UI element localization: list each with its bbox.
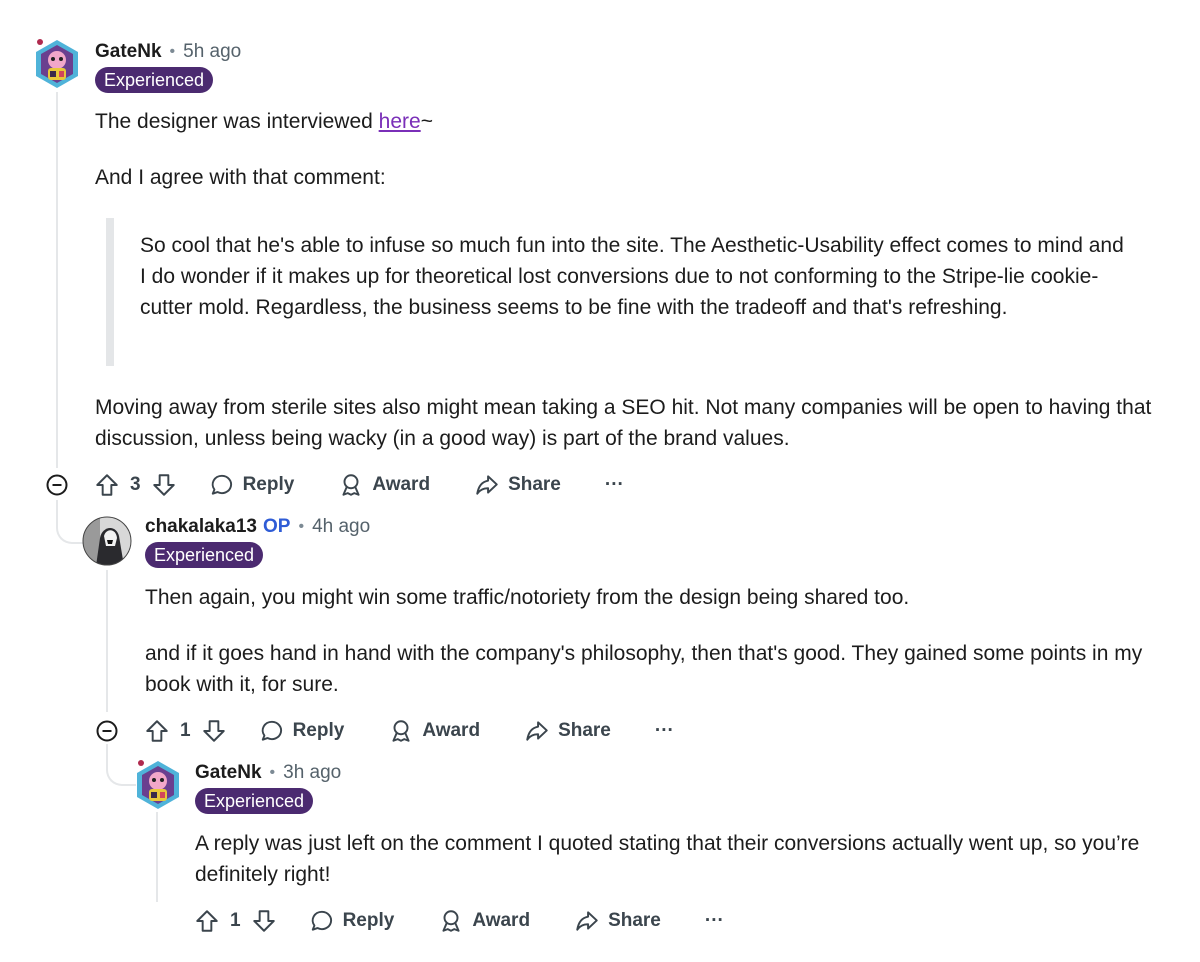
reply-label: Reply bbox=[242, 474, 295, 495]
award-button[interactable]: Award bbox=[388, 718, 480, 744]
downvote-icon[interactable] bbox=[151, 472, 177, 498]
vote-count: 1 bbox=[230, 910, 241, 931]
chat-bubble-icon bbox=[209, 472, 235, 498]
comment-timestamp[interactable]: 5h ago bbox=[183, 41, 241, 63]
separator-dot: • bbox=[269, 764, 276, 781]
username-link[interactable]: chakalaka13 bbox=[145, 516, 257, 538]
avatar[interactable] bbox=[32, 38, 82, 88]
award-button[interactable]: Award bbox=[338, 472, 430, 498]
comment-paragraph: Then again, you might win some traffic/n… bbox=[145, 586, 910, 609]
downvote-icon[interactable] bbox=[201, 718, 227, 744]
upvote-icon[interactable] bbox=[94, 472, 120, 498]
user-flair: Experienced bbox=[95, 67, 214, 93]
award-button[interactable]: Award bbox=[438, 908, 530, 934]
comment-timestamp[interactable]: 3h ago bbox=[283, 762, 341, 784]
reply-label: Reply bbox=[342, 910, 395, 931]
share-icon bbox=[474, 472, 500, 498]
reply-button[interactable]: Reply bbox=[209, 472, 295, 498]
comment-meta: GateNk • 3h ago bbox=[195, 761, 341, 785]
thread-line-2 bbox=[106, 570, 108, 712]
vote-count: 1 bbox=[180, 720, 191, 741]
username-link[interactable]: GateNk bbox=[95, 41, 162, 63]
share-button[interactable]: Share bbox=[574, 908, 661, 934]
chat-bubble-icon bbox=[259, 718, 285, 744]
comment-body: The designer was interviewed here~ bbox=[95, 106, 1155, 137]
share-icon bbox=[524, 718, 550, 744]
thread-line-1 bbox=[56, 92, 58, 468]
interview-link[interactable]: here bbox=[379, 110, 421, 133]
avatar[interactable] bbox=[133, 759, 183, 809]
user-flair: Experienced bbox=[145, 542, 264, 568]
user-flair: Experienced bbox=[195, 788, 314, 814]
comment-actions: 1 Reply Award Share ··· bbox=[194, 904, 724, 938]
upvote-icon[interactable] bbox=[144, 718, 170, 744]
share-icon bbox=[574, 908, 600, 934]
vote-count: 3 bbox=[130, 474, 141, 495]
username-link[interactable]: GateNk bbox=[195, 762, 262, 784]
reply-button[interactable]: Reply bbox=[309, 908, 395, 934]
award-icon bbox=[388, 718, 414, 744]
share-button[interactable]: Share bbox=[524, 718, 611, 744]
comment-paragraph: And I agree with that comment: bbox=[95, 166, 386, 189]
thread-connector-1 bbox=[56, 500, 84, 544]
comment-paragraph: The designer was interviewed here~ bbox=[95, 110, 433, 133]
collapse-thread-button[interactable] bbox=[96, 720, 118, 742]
upvote-icon[interactable] bbox=[194, 908, 220, 934]
reply-label: Reply bbox=[292, 720, 345, 741]
comment-meta: chakalaka13 OP • 4h ago bbox=[145, 515, 370, 539]
more-options-button[interactable]: ··· bbox=[605, 474, 624, 496]
comment-paragraph: A reply was just left on the comment I q… bbox=[195, 832, 1140, 886]
award-icon bbox=[338, 472, 364, 498]
collapse-thread-button[interactable] bbox=[46, 474, 68, 496]
blockquote-bar bbox=[106, 218, 114, 366]
share-label: Share bbox=[608, 910, 661, 931]
share-button[interactable]: Share bbox=[474, 472, 561, 498]
separator-dot: • bbox=[169, 43, 176, 60]
thread-connector-2 bbox=[106, 744, 136, 786]
more-options-button[interactable]: ··· bbox=[655, 720, 674, 742]
share-label: Share bbox=[558, 720, 611, 741]
avatar[interactable] bbox=[82, 516, 132, 566]
award-label: Award bbox=[472, 910, 531, 931]
chat-bubble-icon bbox=[309, 908, 335, 934]
award-icon bbox=[438, 908, 464, 934]
comment-timestamp[interactable]: 4h ago bbox=[312, 516, 370, 538]
comment-meta: GateNk • 5h ago bbox=[95, 40, 241, 64]
more-options-button[interactable]: ··· bbox=[705, 910, 724, 932]
share-label: Share bbox=[508, 474, 561, 495]
comment-actions: 3 Reply Award Share ··· bbox=[94, 468, 624, 502]
separator-dot: • bbox=[298, 518, 305, 535]
op-badge: OP bbox=[263, 516, 291, 537]
award-label: Award bbox=[372, 474, 431, 495]
comment-paragraph: and if it goes hand in hand with the com… bbox=[145, 642, 1143, 696]
blockquote-text: So cool that he's able to infuse so much… bbox=[140, 234, 1124, 319]
thread-line-3 bbox=[156, 812, 158, 902]
downvote-icon[interactable] bbox=[251, 908, 277, 934]
reply-button[interactable]: Reply bbox=[259, 718, 345, 744]
award-label: Award bbox=[422, 720, 481, 741]
comment-actions: 1 Reply Award Share ··· bbox=[144, 714, 674, 748]
comment-paragraph: Moving away from sterile sites also migh… bbox=[95, 396, 1152, 450]
